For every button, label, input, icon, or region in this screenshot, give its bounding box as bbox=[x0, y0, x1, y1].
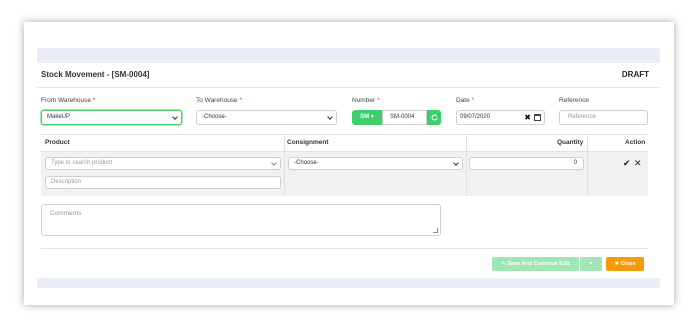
status-badge: DRAFT bbox=[621, 70, 649, 79]
column-header-consignment: Consignment bbox=[287, 139, 329, 146]
number-input[interactable]: SM-0004 bbox=[382, 110, 427, 125]
number-label: Number * bbox=[352, 97, 380, 104]
chevron-down-icon bbox=[172, 114, 178, 120]
reference-input[interactable]: Reference bbox=[559, 110, 648, 125]
date-label: Date * bbox=[456, 97, 475, 104]
chevron-down-icon bbox=[271, 160, 277, 166]
resize-handle[interactable] bbox=[433, 228, 438, 233]
chevron-down-icon bbox=[327, 114, 333, 120]
product-search-select[interactable]: Type to search product bbox=[45, 157, 281, 170]
from-warehouse-label: From Warehouse * bbox=[41, 97, 96, 104]
save-options-dropdown-button[interactable]: ▾ bbox=[580, 257, 602, 271]
column-divider bbox=[284, 134, 285, 196]
column-divider bbox=[466, 134, 467, 196]
date-input[interactable]: 09/07/2020 ✖ bbox=[456, 110, 545, 125]
number-prefix-dropdown[interactable]: SM ▾ bbox=[352, 110, 382, 125]
reference-label: Reference bbox=[559, 97, 589, 104]
column-header-action: Action bbox=[625, 139, 646, 146]
to-warehouse-label: To Warehouse * bbox=[196, 97, 243, 104]
save-and-continue-button[interactable]: ✎ Save And Continue Edit bbox=[492, 257, 579, 271]
quantity-input[interactable]: 0 bbox=[469, 157, 584, 170]
header-divider bbox=[37, 87, 660, 88]
from-warehouse-select[interactable]: MakeUP bbox=[41, 110, 182, 125]
column-header-quantity: Quantity bbox=[557, 139, 584, 146]
column-divider bbox=[587, 134, 588, 196]
consignment-select[interactable]: -Choose- bbox=[288, 157, 463, 170]
comments-textarea[interactable]: Comments bbox=[41, 204, 441, 236]
description-input[interactable]: Description bbox=[45, 176, 281, 189]
column-header-product: Product bbox=[45, 139, 70, 146]
refresh-number-button[interactable] bbox=[427, 110, 441, 125]
calendar-icon[interactable] bbox=[534, 114, 541, 121]
clear-date-icon[interactable]: ✖ bbox=[524, 111, 531, 124]
to-warehouse-select[interactable]: -Choose- bbox=[196, 110, 337, 125]
close-button[interactable]: ✖ Close bbox=[606, 257, 644, 271]
footer-divider bbox=[41, 248, 648, 249]
remove-row-icon[interactable]: ✕ bbox=[634, 158, 642, 168]
page-title: Stock Movement - [SM-0004] bbox=[41, 70, 150, 79]
confirm-row-icon[interactable]: ✔ bbox=[623, 158, 631, 168]
chevron-down-icon bbox=[453, 160, 459, 166]
refresh-icon bbox=[431, 114, 437, 121]
table-top-border bbox=[41, 134, 648, 135]
